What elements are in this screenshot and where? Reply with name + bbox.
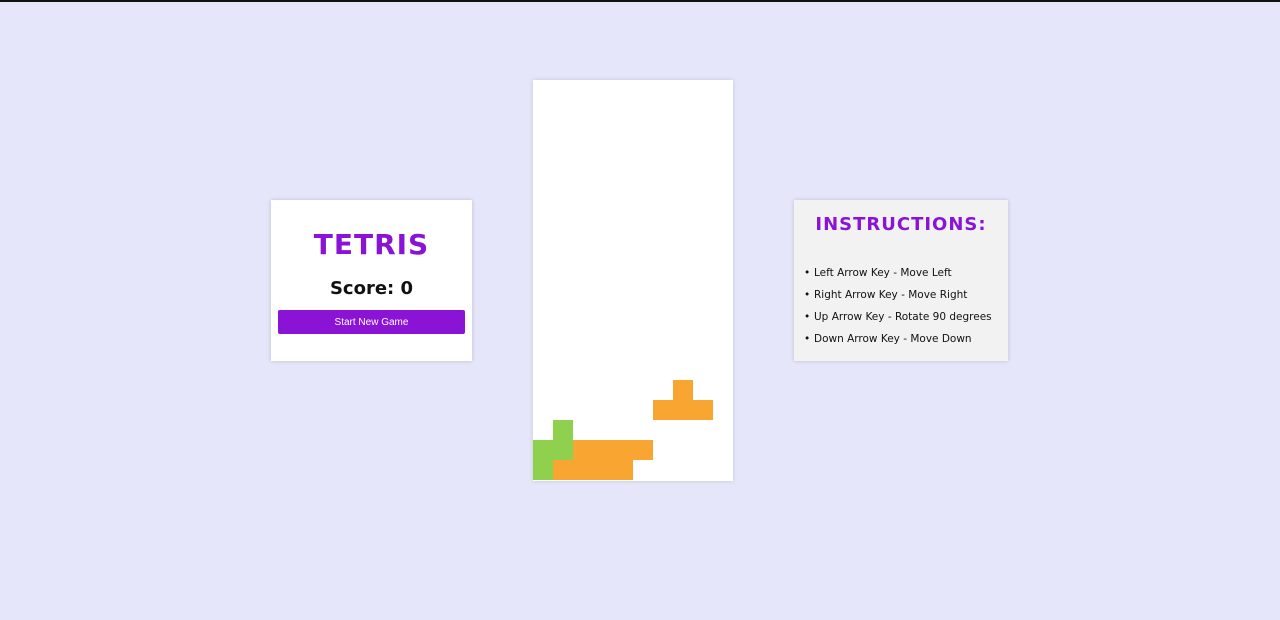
locked-block [553, 440, 573, 460]
locked-block [573, 460, 593, 480]
instruction-item: • Down Arrow Key - Move Down [804, 333, 972, 345]
instructions-title: INSTRUCTIONS: [815, 214, 987, 235]
instruction-item: • Up Arrow Key - Rotate 90 degrees [804, 311, 992, 323]
falling-piece-block [673, 400, 693, 420]
instructions-list: • Left Arrow Key - Move Left • Right Arrow… [804, 262, 992, 350]
falling-piece-block [693, 400, 713, 420]
locked-block [613, 440, 633, 460]
score-value: 0 [400, 278, 414, 299]
start-new-game-button[interactable]: Start New Game [278, 310, 465, 334]
instruction-item: • Right Arrow Key - Move Right [804, 289, 968, 301]
game-title: TETRIS [313, 228, 430, 261]
instruction-item: • Left Arrow Key - Move Left [804, 267, 952, 279]
instructions-panel: INSTRUCTIONS: • Left Arrow Key - Move Lef… [794, 200, 1008, 361]
locked-block [533, 440, 553, 460]
locked-block [553, 460, 573, 480]
score-panel: TETRIS Score: 0 Start New Game [271, 200, 472, 361]
falling-piece-block [653, 400, 673, 420]
locked-block [613, 460, 633, 480]
locked-block [593, 460, 613, 480]
locked-block [633, 440, 653, 460]
score-label: Score: [329, 278, 395, 299]
locked-block [593, 440, 613, 460]
score-display: Score: 0 [271, 278, 472, 299]
game-board[interactable] [533, 80, 733, 481]
falling-piece-block [673, 380, 693, 400]
locked-block [553, 420, 573, 440]
locked-block [533, 460, 553, 480]
top-border [0, 0, 1280, 2]
locked-block [573, 440, 593, 460]
